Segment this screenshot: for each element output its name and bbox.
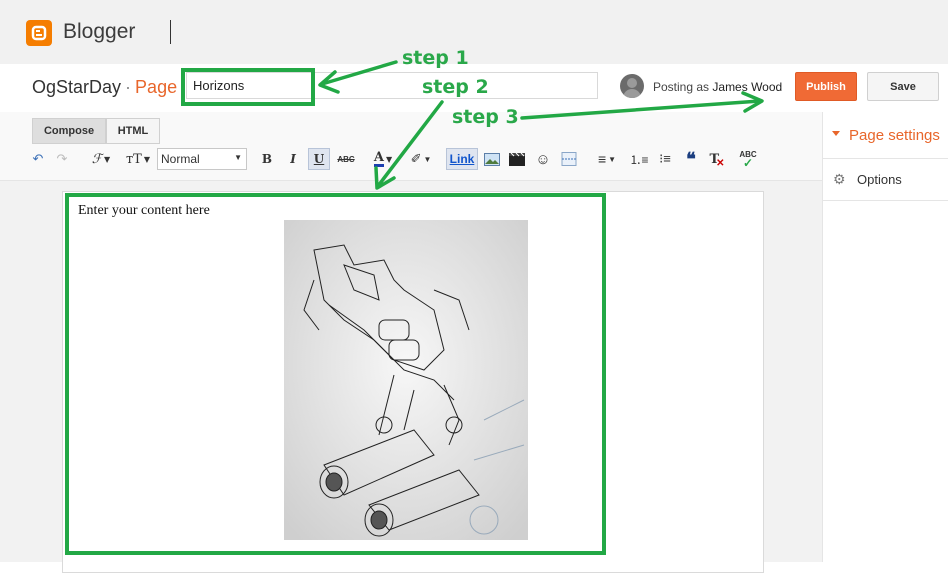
step2-highlight-box — [65, 193, 606, 555]
jump-break-icon[interactable] — [558, 148, 580, 170]
underline-icon[interactable]: U — [308, 148, 330, 170]
avatar[interactable] — [620, 74, 644, 98]
undo-icon[interactable]: ↶ — [29, 148, 47, 170]
chevron-down-icon: ▼ — [234, 153, 242, 162]
bullet-list-icon[interactable]: ⁝≡ — [656, 148, 674, 170]
breadcrumb-separator: · — [125, 77, 132, 97]
step3-label: step 3 — [452, 106, 519, 128]
image-icon[interactable] — [482, 148, 502, 170]
quote-icon[interactable]: ❝ — [682, 148, 700, 170]
step1-highlight-box — [181, 68, 315, 106]
font-family-icon[interactable]: ℱ ▼ — [86, 148, 116, 170]
bold-icon[interactable]: B — [259, 148, 275, 170]
step1-label: step 1 — [402, 47, 469, 69]
emoji-icon[interactable]: ☺ — [533, 148, 553, 170]
blog-breadcrumb: OgStarDay · Page — [32, 77, 177, 98]
blogger-logo-icon[interactable] — [26, 20, 52, 46]
publish-button[interactable]: Publish — [795, 72, 857, 101]
brand-name: Blogger — [63, 20, 136, 43]
highlight-icon[interactable]: ✐ ▼ — [406, 148, 436, 170]
numbered-list-icon[interactable]: ⒈≡ — [630, 148, 649, 170]
options-label: Options — [857, 172, 902, 187]
spellcheck-icon[interactable]: ABC ✓ — [738, 148, 758, 170]
text-color-icon[interactable]: A ▼ — [368, 148, 398, 170]
video-icon[interactable] — [507, 148, 527, 170]
editor-toolbar: Compose HTML ↶ ↷ ℱ ▼ тT ▼ Normal ▼ B I U A… — [0, 112, 822, 181]
font-size-icon[interactable]: тT ▼ — [122, 148, 154, 170]
font-size-value: Normal — [161, 152, 200, 166]
posting-as: Posting as James Wood — [653, 80, 782, 94]
page-settings-header[interactable]: Page settings — [823, 112, 948, 159]
options-item[interactable]: ⚙ Options — [823, 158, 948, 201]
posting-prefix: Posting as — [653, 80, 710, 94]
font-size-select[interactable]: Normal ▼ — [157, 148, 247, 170]
save-button[interactable]: Save — [867, 72, 939, 101]
topbar-divider — [170, 20, 171, 44]
gear-icon: ⚙ — [833, 171, 846, 187]
clear-format-icon[interactable]: T ✕ — [707, 148, 727, 170]
align-icon[interactable]: ≡ ▼ — [592, 148, 622, 170]
page-kind-label: Page — [135, 77, 178, 97]
page-settings-label: Page settings — [849, 127, 940, 144]
tab-html[interactable]: HTML — [106, 118, 160, 144]
link-icon[interactable]: Link — [446, 148, 478, 170]
redo-icon[interactable]: ↷ — [53, 148, 71, 170]
strikethrough-icon[interactable]: ABC — [336, 148, 356, 170]
step2-label: step 2 — [422, 76, 489, 98]
settings-sidebar: Page settings ⚙ Options — [822, 112, 948, 562]
caret-down-icon — [832, 131, 840, 136]
blog-name[interactable]: OgStarDay — [32, 77, 121, 97]
italic-icon[interactable]: I — [285, 148, 301, 170]
user-name: James Wood — [712, 80, 783, 94]
tab-compose[interactable]: Compose — [32, 118, 106, 144]
top-bar: Blogger — [0, 0, 948, 64]
